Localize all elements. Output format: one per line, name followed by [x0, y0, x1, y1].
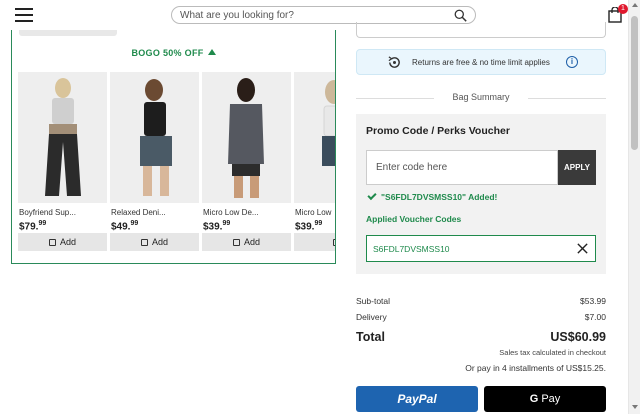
product-card[interactable]: Micro Low $39.99 — [294, 72, 335, 252]
info-icon[interactable]: i — [566, 56, 578, 68]
product-image[interactable] — [202, 72, 291, 203]
scroll-down-arrow-icon[interactable] — [632, 405, 638, 409]
returns-banner: Returns are free & no time limit applies… — [356, 49, 606, 75]
add-to-bag-button[interactable]: Add — [18, 233, 107, 251]
product-price: $79.99 — [19, 220, 47, 233]
product-image[interactable] — [294, 72, 335, 203]
product-image[interactable] — [110, 72, 199, 203]
product-name[interactable]: Relaxed Deni... — [111, 208, 199, 217]
product-name[interactable]: Micro Low De... — [203, 208, 291, 217]
previous-field-stub — [356, 22, 606, 38]
caret-up-icon — [207, 49, 216, 55]
promo-title: Promo Code / Perks Voucher — [366, 125, 510, 137]
bag-icon — [140, 239, 148, 246]
product-name[interactable]: Micro Low — [295, 208, 335, 217]
delivery-row: Delivery $7.00 — [356, 312, 606, 322]
carousel-title[interactable]: BOGO 50% OFF — [12, 48, 335, 58]
tax-note: Sales tax calculated in checkout — [499, 348, 606, 357]
voucher-code: S6FDL7DVSMSS10 — [373, 244, 450, 254]
promo-panel: Promo Code / Perks Voucher APPLY "S6FDL7… — [356, 114, 606, 274]
bag-icon — [232, 239, 240, 246]
scroll-up-arrow-icon[interactable] — [632, 3, 638, 7]
installments-note: Or pay in 4 installments of US$15.25. — [465, 363, 606, 373]
search-icon[interactable] — [454, 9, 467, 22]
check-icon — [367, 190, 377, 201]
bag-icon — [48, 239, 56, 246]
add-to-bag-button[interactable]: Add — [110, 233, 199, 251]
apply-button[interactable]: APPLY — [558, 150, 596, 185]
google-pay-button[interactable]: G Pay — [484, 386, 606, 412]
product-price: $49.99 — [111, 220, 139, 233]
applied-voucher-chip: S6FDL7DVSMSS10 — [366, 235, 596, 262]
product-card[interactable]: Boyfriend Sup... $79.99 Add — [18, 72, 107, 252]
search-input[interactable] — [180, 8, 450, 22]
total-row: Total US$60.99 — [356, 330, 606, 344]
menu-icon[interactable] — [15, 8, 33, 22]
close-icon[interactable] — [576, 242, 589, 255]
voucher-added-message: "S6FDL7DVSMSS10" Added! — [367, 190, 497, 202]
promo-code-input[interactable] — [366, 150, 558, 185]
product-name[interactable]: Boyfriend Sup... — [19, 208, 107, 217]
product-price: $39.99 — [203, 220, 231, 233]
bag-summary-heading: Bag Summary — [356, 92, 606, 104]
paypal-button[interactable]: PayPal — [356, 386, 478, 412]
return-arrow-icon — [388, 56, 400, 68]
applied-voucher-title: Applied Voucher Codes — [366, 214, 462, 224]
add-to-bag-button[interactable] — [294, 233, 335, 251]
subtotal-row: Sub-total $53.99 — [356, 296, 606, 306]
bag-icon — [333, 239, 335, 246]
product-card[interactable]: Micro Low De... $39.99 Add — [202, 72, 291, 252]
add-to-bag-button[interactable]: Add — [202, 233, 291, 251]
scroll-thumb[interactable] — [631, 16, 638, 150]
product-price: $39.99 — [295, 220, 323, 233]
bag-summary-title: Bag Summary — [452, 92, 510, 102]
product-carousel: BOGO 50% OFF Boyfriend Sup... $79.99 Add — [11, 30, 336, 264]
previous-button-stub — [19, 30, 117, 36]
product-image[interactable] — [18, 72, 107, 203]
product-card[interactable]: Relaxed Deni... $49.99 Add — [110, 72, 199, 252]
bag-count-badge: 1 — [618, 4, 628, 14]
returns-text: Returns are free & no time limit applies — [412, 58, 550, 67]
page-scrollbar[interactable] — [628, 0, 640, 414]
google-g-icon: G — [529, 393, 539, 405]
